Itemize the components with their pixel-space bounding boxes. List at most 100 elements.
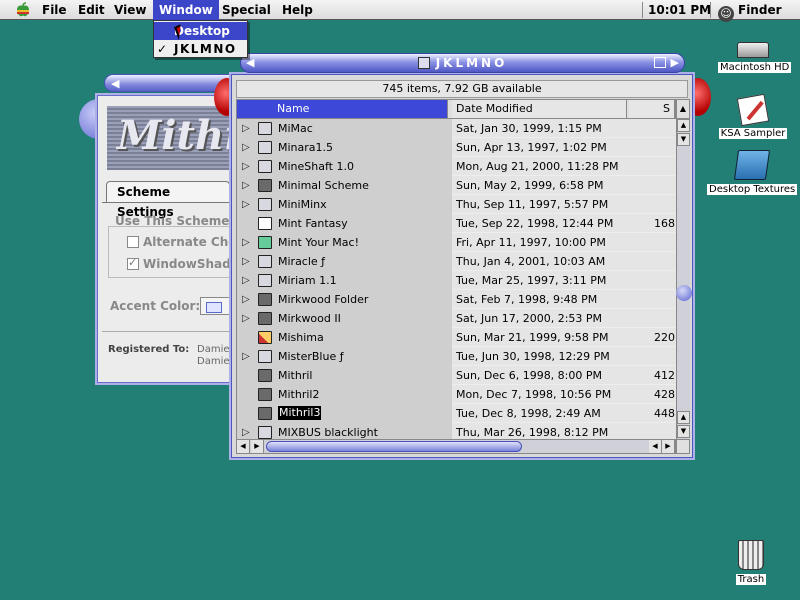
- collapse-arrow-icon[interactable]: ▶: [671, 56, 679, 69]
- menu-item-jklmno[interactable]: ✓ JKLMNO: [154, 40, 247, 58]
- file-list-row[interactable]: ▷ Mint Your Mac! Fri, Apr 11, 1997, 10:00 …: [237, 233, 676, 252]
- file-name[interactable]: Mithril2: [278, 385, 319, 404]
- close-arrow-icon[interactable]: ◀: [111, 77, 119, 90]
- file-name[interactable]: Minara1.5: [278, 138, 333, 157]
- finder-window-titlebar[interactable]: ◀ JKLMNO ▶: [240, 53, 685, 73]
- vertical-scrollbar[interactable]: ▲ ▼ ▲ ▼: [676, 119, 690, 439]
- file-list-row[interactable]: ▷ MineShaft 1.0 Mon, Aug 21, 2000, 11:28 P…: [237, 157, 676, 176]
- menu-file[interactable]: File: [36, 0, 73, 20]
- menu-item-desktop[interactable]: Desktop: [154, 22, 247, 40]
- folder-icon: [258, 141, 272, 154]
- scroll-right-arrow-icon[interactable]: ▶: [662, 440, 675, 453]
- disclosure-triangle-icon[interactable]: ▷: [242, 252, 250, 271]
- file-list-row[interactable]: Mint Fantasy Tue, Sep 22, 1998, 12:44 PM 1…: [237, 214, 676, 233]
- scheme-file-icon: [258, 388, 272, 401]
- file-list-row[interactable]: Mithril3 Tue, Dec 8, 1998, 2:49 AM 448: [237, 404, 676, 423]
- menu-special[interactable]: Special: [216, 0, 277, 20]
- scroll-right-arrow-icon[interactable]: ▶: [251, 440, 264, 453]
- file-list-row[interactable]: Mishima Sun, Mar 21, 1999, 9:58 PM 220: [237, 328, 676, 347]
- file-list-row[interactable]: ▷ Mirkwood II Sat, Jun 17, 2000, 2:53 PM: [237, 309, 676, 328]
- file-name[interactable]: Miracle ƒ: [278, 252, 325, 271]
- disclosure-triangle-icon[interactable]: ▷: [242, 290, 250, 309]
- file-name[interactable]: Mint Your Mac!: [278, 233, 359, 252]
- file-name[interactable]: Mishima: [278, 328, 324, 347]
- file-list-row[interactable]: ▷ Miriam 1.1 Tue, Mar 25, 1997, 3:11 PM: [237, 271, 676, 290]
- apple-menu-icon[interactable]: [10, 0, 36, 20]
- file-name[interactable]: MiniMinx: [278, 195, 327, 214]
- disclosure-triangle-icon[interactable]: ▷: [242, 233, 250, 252]
- use-scheme-label: Use This Scheme's: [115, 214, 241, 228]
- sort-direction-button[interactable]: ▲: [676, 99, 690, 119]
- desktop-icon-trash[interactable]: Trash: [733, 540, 769, 585]
- file-name[interactable]: Mithril: [278, 366, 312, 385]
- file-list-row[interactable]: ▷ MisterBlue ƒ Tue, Jun 30, 1998, 12:29 PM: [237, 347, 676, 366]
- menubar-clock[interactable]: 10:01 PM: [648, 0, 711, 20]
- disclosure-triangle-icon[interactable]: ▷: [242, 347, 250, 366]
- menu-view[interactable]: View: [108, 0, 152, 20]
- date-modified: Thu, Sep 11, 1997, 5:57 PM: [456, 198, 609, 211]
- date-modified: Sun, Apr 13, 1997, 1:02 PM: [456, 141, 607, 154]
- menubar-divider: [642, 2, 643, 18]
- date-modified: Tue, Dec 8, 1998, 2:49 AM: [456, 407, 601, 420]
- file-list-row[interactable]: ▷ MiniMinx Thu, Sep 11, 1997, 5:57 PM: [237, 195, 676, 214]
- date-modified: Sun, Dec 6, 1998, 8:00 PM: [456, 369, 603, 382]
- file-name[interactable]: MiMac: [278, 119, 313, 138]
- date-modified: Tue, Sep 22, 1998, 12:44 PM: [456, 217, 614, 230]
- disclosure-triangle-icon[interactable]: ▷: [242, 176, 250, 195]
- disclosure-triangle-icon[interactable]: ▷: [242, 119, 250, 138]
- scroll-left-arrow-icon[interactable]: ◀: [649, 440, 662, 453]
- accent-color-button[interactable]: [200, 297, 232, 315]
- scroll-up-arrow-icon[interactable]: ▲: [677, 119, 690, 132]
- scheme-banner-title: Mithril: [117, 112, 237, 159]
- file-name[interactable]: Miriam 1.1: [278, 271, 337, 290]
- desktop-icon-ksa-sampler[interactable]: KSA Sampler: [714, 93, 792, 139]
- disclosure-triangle-icon[interactable]: ▷: [242, 271, 250, 290]
- file-list-row[interactable]: Mithril2 Mon, Dec 7, 1998, 10:56 PM 428: [237, 385, 676, 404]
- file-name[interactable]: Mirkwood Folder: [278, 290, 368, 309]
- hard-drive-icon: [737, 42, 769, 58]
- window-info-bar: 745 items, 7.92 GB available: [236, 80, 688, 98]
- scroll-left-arrow-icon[interactable]: ◀: [237, 440, 250, 453]
- file-name[interactable]: Minimal Scheme: [278, 176, 369, 195]
- disclosure-triangle-icon[interactable]: ▷: [242, 309, 250, 328]
- file-list-row[interactable]: ▷ Miracle ƒ Thu, Jan 4, 2001, 10:03 AM: [237, 252, 676, 271]
- tab-scheme-settings[interactable]: Scheme Settings: [106, 181, 230, 219]
- disclosure-triangle-icon[interactable]: ▷: [242, 195, 250, 214]
- alternate-checkbox[interactable]: [127, 236, 139, 248]
- file-list-row[interactable]: ▷ MiMac Sat, Jan 30, 1999, 1:15 PM: [237, 119, 676, 138]
- menu-edit[interactable]: Edit: [72, 0, 111, 20]
- finder-icon: ☺: [718, 6, 734, 22]
- file-name[interactable]: MisterBlue ƒ: [278, 347, 344, 366]
- disclosure-triangle-icon[interactable]: ▷: [242, 138, 250, 157]
- scroll-down-arrow-icon[interactable]: ▼: [677, 133, 690, 146]
- file-list-row[interactable]: Mithril Sun, Dec 6, 1998, 8:00 PM 412: [237, 366, 676, 385]
- file-name[interactable]: MineShaft 1.0: [278, 157, 354, 176]
- disclosure-triangle-icon[interactable]: ▷: [242, 157, 250, 176]
- file-name[interactable]: MIXBUS blacklight: [278, 423, 378, 439]
- file-list-row[interactable]: ▷ Minimal Scheme Sun, May 2, 1999, 6:58 PM: [237, 176, 676, 195]
- column-header-name[interactable]: Name: [237, 100, 448, 118]
- scroll-down-arrow-icon[interactable]: ▼: [677, 425, 690, 438]
- file-list: ▷ MiMac Sat, Jan 30, 1999, 1:15 PM ▷ Minara1…: [236, 119, 676, 439]
- scheme-file-icon: [258, 407, 272, 420]
- windowshade-checkbox[interactable]: [127, 256, 139, 270]
- menu-window[interactable]: Window: [153, 0, 219, 20]
- menu-help[interactable]: Help: [276, 0, 319, 20]
- desktop-icon-desktop-textures[interactable]: Desktop Textures: [707, 150, 798, 195]
- file-name[interactable]: Mirkwood II: [278, 309, 341, 328]
- file-list-row[interactable]: ▷ Minara1.5 Sun, Apr 13, 1997, 1:02 PM: [237, 138, 676, 157]
- disclosure-triangle-icon[interactable]: ▷: [242, 423, 250, 439]
- vertical-scroll-thumb[interactable]: [676, 285, 692, 301]
- column-header-date-modified[interactable]: Date Modified: [452, 100, 627, 118]
- file-name[interactable]: Mithril3: [278, 406, 322, 420]
- application-menu[interactable]: ☺ Finder: [718, 0, 782, 22]
- file-name[interactable]: Mint Fantasy: [278, 214, 348, 233]
- desktop-icon-macintosh-hd[interactable]: Macintosh HD: [718, 42, 792, 73]
- file-list-row[interactable]: ▷ Mirkwood Folder Sat, Feb 7, 1998, 9:48 P…: [237, 290, 676, 309]
- zoom-box-icon[interactable]: [654, 57, 666, 68]
- resize-grow-box[interactable]: [676, 439, 690, 454]
- column-header-size[interactable]: S: [629, 100, 675, 118]
- file-list-row[interactable]: ▷ MIXBUS blacklight Thu, Mar 26, 1998, 8:1…: [237, 423, 676, 439]
- scroll-up-arrow-icon[interactable]: ▲: [677, 411, 690, 424]
- horizontal-scroll-thumb[interactable]: [266, 441, 522, 452]
